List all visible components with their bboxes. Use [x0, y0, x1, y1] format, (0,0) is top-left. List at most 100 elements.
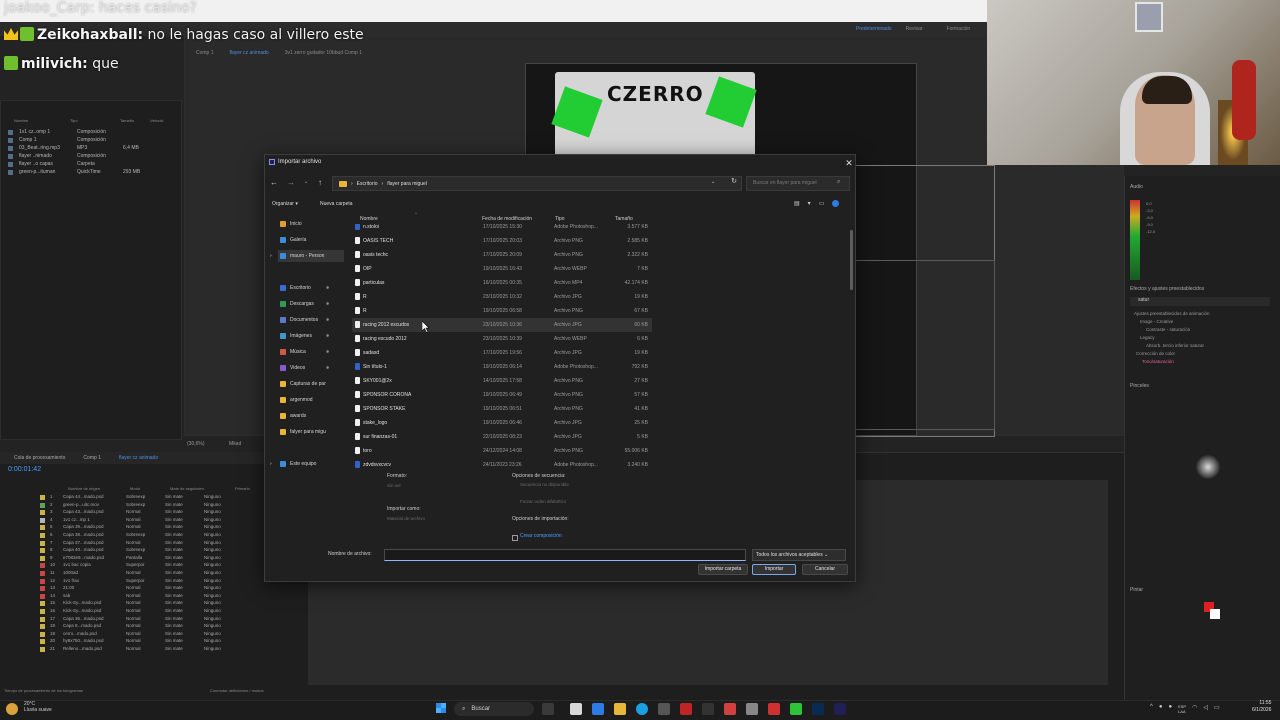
layer-mode[interactable]: Sobreexp	[126, 532, 160, 539]
layer-label-color[interactable]	[40, 571, 45, 576]
paint-bg-swatch[interactable]	[1210, 609, 1220, 619]
file-row[interactable]: oasis techc 17/10/2025 20:09 Archivo PNG 2.…	[352, 248, 652, 262]
layer-row[interactable]: 18 Capa 8...mado.psd Normal Sin mate Ninguno	[40, 623, 300, 630]
file-row[interactable]: Sin título-1 19/10/2025 06:14 Adobe Photos…	[352, 360, 652, 374]
file-row[interactable]: particulas 16/10/2025 00:35 Archivo MP4 42.…	[352, 276, 652, 290]
file-row[interactable]: R 19/10/2025 06:58 Archivo PNG 67 KB	[352, 304, 652, 318]
photoshop-icon[interactable]	[812, 703, 824, 715]
back-arrow-icon[interactable]: ←	[268, 178, 280, 190]
layer-row[interactable]: 20 hy8x750...mado.psd Normal Sin mate Ningun…	[40, 638, 300, 645]
close-icon[interactable]: ✕	[843, 156, 855, 170]
layer-row[interactable]: 10 1v1 bac copia Superpor Sin mate Ninguno	[40, 562, 300, 569]
project-col[interactable]: Tamaño	[120, 118, 140, 126]
app-icon[interactable]	[592, 703, 604, 715]
layer-primary[interactable]: Ninguno	[204, 631, 221, 638]
layer-mate[interactable]: Sin mate	[165, 608, 199, 615]
project-col[interactable]: Velocid.	[150, 118, 164, 126]
weather-widget[interactable]: 20°C Lluvia suave	[24, 701, 52, 713]
layer-row[interactable]: 8 Capa 40...mado.psd Sobreexp Sin mate Ningu…	[40, 547, 300, 554]
recent-chevron-icon[interactable]: ⌄	[300, 178, 312, 190]
layer-col[interactable]: Primario	[235, 486, 250, 491]
widget-icon[interactable]	[542, 703, 554, 715]
project-item[interactable]: 1v1 cz..omp 1 Composición	[8, 129, 123, 137]
app-icon[interactable]	[702, 703, 714, 715]
layer-label-color[interactable]	[40, 510, 45, 516]
battery-icon[interactable]: ▭	[1214, 704, 1220, 714]
project-item[interactable]: green-p...ituman QuickTime 293 MB	[8, 169, 140, 177]
layer-primary[interactable]: Ninguno	[204, 555, 221, 562]
file-row[interactable]: SPONSOR CORONA 19/10/2025 06:49 Archivo PN…	[352, 388, 652, 402]
layer-label-color[interactable]	[40, 631, 45, 637]
layer-label-color[interactable]	[40, 624, 45, 630]
workspace-bar[interactable]: Predeterminado Revisar Formación	[856, 26, 970, 32]
layer-primary[interactable]: Ninguno	[204, 532, 221, 539]
layer-label-color[interactable]	[40, 639, 45, 645]
layer-row[interactable]: 4 1v1 cz...mp 1 Normal Sin mate Ninguno	[40, 517, 300, 524]
layer-primary[interactable]: Ninguno	[204, 517, 221, 524]
workspace-tab[interactable]: Formación	[947, 26, 971, 32]
layer-mode[interactable]: Normal	[126, 524, 160, 531]
layer-mode[interactable]: Normal	[126, 509, 160, 516]
column-header-type[interactable]: Tipo	[555, 216, 565, 222]
layer-col[interactable]: Modo	[130, 486, 140, 491]
layer-mode[interactable]: Normal	[126, 623, 160, 630]
file-explorer-icon[interactable]	[614, 703, 626, 715]
file-row[interactable]: racing escudo 2012 23/10/2025 10:39 Archiv…	[352, 332, 652, 346]
layer-label-color[interactable]	[40, 495, 45, 500]
layer-label-color[interactable]	[40, 601, 45, 607]
file-row[interactable]: sadasd 17/10/2025 19:56 Archivo JPG 19 KB	[352, 346, 652, 360]
file-row[interactable]: SPONSOR STAKE 19/10/2025 06:51 Archivo PNG…	[352, 402, 652, 416]
app-icon[interactable]	[680, 703, 692, 715]
layer-primary[interactable]: Ninguno	[204, 509, 221, 516]
file-row[interactable]: sur finanzas-01 22/10/2025 08:23 Archivo J…	[352, 430, 652, 444]
layer-mate[interactable]: Sin mate	[165, 646, 199, 653]
layer-primary[interactable]: Ninguno	[204, 562, 221, 569]
layer-row[interactable]: 12 1v1 frax Superpor Sin mate Ninguno	[40, 578, 300, 585]
organize-button[interactable]: Organizar ▾	[272, 201, 298, 207]
layer-row[interactable]: 1 Capa 44...mado.psd Sobreexp Sin mate Ningu…	[40, 494, 300, 501]
layer-row[interactable]: 21 Relleno...mado.psd Normal Sin mate Ningun…	[40, 646, 300, 653]
view-dropdown-icon[interactable]: ▾	[808, 200, 811, 210]
layer-mode[interactable]: Normal	[126, 608, 160, 615]
preview-pane-icon[interactable]: ▭	[819, 200, 825, 210]
workspace-tab[interactable]: Predeterminado	[856, 26, 892, 32]
layer-primary[interactable]: Ninguno	[204, 494, 221, 501]
layer-mode[interactable]: Pantalla	[126, 555, 160, 562]
project-col[interactable]: Nombre	[4, 118, 60, 126]
edge-icon[interactable]	[636, 703, 648, 715]
app-icon[interactable]	[768, 703, 780, 715]
layer-mate[interactable]: Sin mate	[165, 494, 199, 501]
layer-label-color[interactable]	[40, 533, 45, 538]
project-item[interactable]: Comp 1 Composición	[8, 137, 123, 145]
layer-primary[interactable]: Ninguno	[204, 540, 221, 547]
task-view-icon[interactable]	[570, 703, 582, 715]
layer-mate[interactable]: Sin mate	[165, 578, 199, 585]
layer-row[interactable]: 6 Capa 38...mado.psd Sobreexp Sin mate Ningu…	[40, 532, 300, 539]
layer-mode[interactable]: Sobreexp	[126, 502, 160, 509]
layer-mate[interactable]: Sin mate	[165, 570, 199, 577]
layer-mate[interactable]: Sin mate	[165, 585, 199, 592]
breadcrumb-item[interactable]: Escritorio	[357, 181, 378, 187]
layer-row[interactable]: 5 Capa 39...mado.psd Normal Sin mate Ninguno	[40, 524, 300, 531]
layer-mate[interactable]: Sin mate	[165, 509, 199, 516]
import-button[interactable]: Importar	[752, 564, 796, 575]
wifi-icon[interactable]: ◠	[1192, 704, 1197, 714]
layer-row[interactable]: 17 Capa 36...mado.psd Normal Sin mate Ningun…	[40, 616, 300, 623]
cancel-button[interactable]: Cancelar	[802, 564, 848, 575]
refresh-icon[interactable]: ↻	[728, 177, 740, 190]
column-header-date[interactable]: Fecha de modificación	[482, 216, 532, 222]
file-list-scrollbar[interactable]	[850, 230, 853, 290]
viewer-tab[interactable]: 3v1 zerro guitador 10bbud Comp 1	[285, 50, 362, 56]
search-input[interactable]: Buscar en flayer para miguel	[746, 176, 850, 191]
layer-mate[interactable]: Sin mate	[165, 532, 199, 539]
layer-mate[interactable]: Sin mate	[165, 502, 199, 509]
language-indicator[interactable]: ESP LAA	[1178, 704, 1186, 714]
layer-label-color[interactable]	[40, 616, 45, 622]
layer-mode[interactable]: Sobreexp	[126, 547, 160, 554]
layer-label-color[interactable]	[40, 517, 45, 523]
file-row[interactable]: toro 24/12/2024 14:08 Archivo PNG 55.006 KB	[352, 444, 652, 458]
file-row[interactable]: OIP 19/10/2025 16:43 Archivo WEBP 7 KB	[352, 262, 652, 276]
app-icon[interactable]	[746, 703, 758, 715]
layer-mode[interactable]: Normal	[126, 631, 160, 638]
layer-label-color[interactable]	[40, 586, 45, 592]
